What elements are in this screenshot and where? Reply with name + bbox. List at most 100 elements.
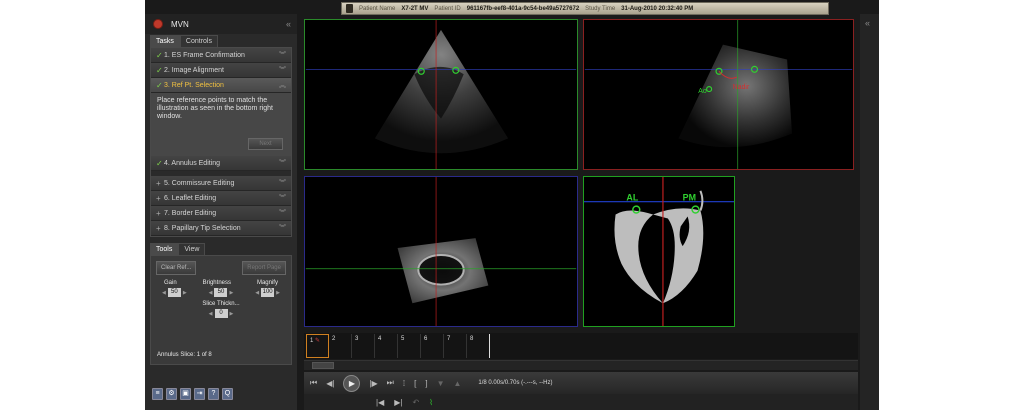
frame-timeline: 1 ✎ 2 3 4 5 6 7 8 bbox=[304, 333, 858, 359]
frame-thumb-8[interactable]: 8 bbox=[467, 334, 490, 358]
ultrasound-view-3[interactable] bbox=[304, 176, 578, 327]
frame-thumb-1[interactable]: 1 ✎ bbox=[306, 334, 329, 358]
task-item-papillary-tip[interactable]: +8. Papillary Tip Selection ︾ bbox=[151, 221, 291, 236]
patient-name-label: Patient Name bbox=[359, 5, 396, 12]
app-title: MVN bbox=[171, 19, 189, 29]
collapse-left-icon[interactable]: « bbox=[286, 19, 291, 29]
timeline-scrollbar[interactable] bbox=[304, 360, 858, 370]
nadir-label: Nadir bbox=[733, 84, 750, 91]
ultrasound-view-2[interactable]: Ao Nadir bbox=[583, 19, 854, 170]
brightness-stepper[interactable]: ◀ 50 ▶ bbox=[209, 288, 233, 297]
task-item-commissure-editing[interactable]: +5. Commissure Editing ︾ bbox=[151, 176, 291, 191]
tab-tasks[interactable]: Tasks bbox=[150, 35, 180, 47]
up-icon[interactable]: ▲ bbox=[454, 379, 462, 388]
check-icon: ✓ bbox=[156, 158, 163, 168]
task-label: 5. Commissure Editing bbox=[164, 179, 235, 187]
check-icon: ✓ bbox=[156, 50, 163, 60]
annulus-slice-status: Annulus Slice: 1 of 8 bbox=[157, 352, 212, 358]
task-label: 3. Ref Pt. Selection bbox=[164, 81, 224, 89]
mvn-application: Patient Name X7-2T MV Patient ID 961167f… bbox=[145, 0, 879, 410]
frame-thumb-4[interactable]: 4 bbox=[375, 334, 398, 358]
task-item-annulus-editing[interactable]: ✓ 4. Annulus Editing ︾ bbox=[151, 156, 291, 171]
frame-thumb-5[interactable]: 5 bbox=[398, 334, 421, 358]
task-item-border-editing[interactable]: +7. Border Editing ︾ bbox=[151, 206, 291, 221]
tab-controls[interactable]: Controls bbox=[179, 35, 218, 47]
save-icon[interactable]: ▣ bbox=[180, 388, 191, 400]
down-icon[interactable]: ▼ bbox=[437, 379, 445, 388]
slice-thickness-stepper[interactable]: ◀ 0 ▶ bbox=[209, 309, 233, 318]
clear-ref-button[interactable]: Clear Ref... bbox=[156, 261, 197, 275]
next-button[interactable]: Next bbox=[248, 138, 283, 150]
task-label: 2. Image Alignment bbox=[164, 66, 224, 74]
task-label: 7. Border Editing bbox=[164, 209, 217, 217]
brightness-label: Brightness bbox=[202, 280, 231, 286]
slice-thickness-value[interactable]: 0 bbox=[214, 309, 228, 318]
chevron-up-icon: ︽ bbox=[279, 82, 286, 89]
gain-stepper[interactable]: ◀ 50 ▶ bbox=[162, 288, 187, 297]
ultrasound-image-3 bbox=[305, 177, 577, 326]
ultrasound-image-1 bbox=[305, 20, 577, 169]
tools-panel: Clear Ref... Report Page Gain Brightness… bbox=[150, 255, 292, 365]
next-frame-icon[interactable]: |▶ bbox=[369, 379, 377, 388]
scroll-thumb[interactable] bbox=[312, 362, 334, 369]
mark-icon[interactable]: ⁞ bbox=[403, 379, 405, 388]
chevron-down-icon: ︾ bbox=[279, 195, 286, 202]
heart-diagram: AL PM bbox=[584, 177, 734, 326]
task-item-ref-pt-selection[interactable]: ✓ 3. Ref Pt. Selection ︽ bbox=[151, 78, 291, 93]
tool-tabs: Tools View bbox=[145, 242, 297, 255]
go-end-icon[interactable]: ▶| bbox=[394, 398, 402, 407]
first-frame-icon[interactable]: ⏮ bbox=[310, 378, 317, 388]
gain-value[interactable]: 50 bbox=[167, 288, 181, 297]
play-button[interactable]: ▶ bbox=[343, 374, 361, 392]
chevron-down-icon: ︾ bbox=[279, 210, 286, 217]
task-list: ✓ 1. ES Frame Confirmation ︾ ✓ 2. Image Ali… bbox=[150, 47, 292, 237]
task-item-image-alignment[interactable]: ✓ 2. Image Alignment ︾ bbox=[151, 63, 291, 78]
collapse-right-icon[interactable]: « bbox=[860, 14, 879, 28]
frame-thumb-2[interactable]: 2 bbox=[329, 334, 352, 358]
ao-label: Ao bbox=[698, 88, 707, 95]
list-icon[interactable]: ≡ bbox=[152, 388, 163, 400]
range-end-icon[interactable]: ] bbox=[425, 379, 427, 388]
secondary-toolbar: |◀ ▶| ↶ ⌇ bbox=[304, 394, 858, 410]
task-label: 4. Annulus Editing bbox=[164, 159, 221, 167]
frame-thumb-6[interactable]: 6 bbox=[421, 334, 444, 358]
go-start-icon[interactable]: |◀ bbox=[376, 398, 384, 407]
plus-icon: + bbox=[156, 193, 161, 203]
task-label: 6. Leaflet Editing bbox=[164, 194, 217, 202]
plus-icon: + bbox=[156, 223, 161, 233]
brightness-value[interactable]: 50 bbox=[214, 288, 228, 297]
left-tabs: Tasks Controls bbox=[145, 34, 297, 47]
right-collapse-bar[interactable]: « bbox=[860, 14, 879, 410]
tab-tools[interactable]: Tools bbox=[150, 243, 179, 255]
qlab-icon[interactable]: Q bbox=[222, 388, 233, 400]
magnify-stepper[interactable]: ◀ 100 ▶ bbox=[255, 288, 280, 297]
report-page-button[interactable]: Report Page bbox=[242, 261, 286, 275]
export-icon[interactable]: ⇥ bbox=[194, 388, 205, 400]
chevron-down-icon: ︾ bbox=[279, 180, 286, 187]
patient-name: X7-2T MV bbox=[401, 5, 429, 12]
playback-toolbar: ⏮ ◀| ▶ |▶ ⏭ ⁞ [ ] ▼ ▲ 1/8 0.00s/0.70s (-… bbox=[304, 372, 858, 394]
settings-icon[interactable]: ⚙ bbox=[166, 388, 177, 400]
plus-icon: + bbox=[156, 208, 161, 218]
chevron-down-icon: ︾ bbox=[279, 225, 286, 232]
magnify-value[interactable]: 100 bbox=[261, 288, 275, 297]
patient-id: 961167fb-eef8-401a-9c54-be49a5727672 bbox=[466, 5, 580, 12]
tab-view[interactable]: View bbox=[178, 243, 206, 255]
magnify-label: Magnify bbox=[256, 280, 278, 286]
task-item-es-frame[interactable]: ✓ 1. ES Frame Confirmation ︾ bbox=[151, 48, 291, 63]
range-start-icon[interactable]: [ bbox=[414, 379, 416, 388]
chevron-down-icon: ︾ bbox=[279, 52, 286, 59]
check-icon: ✓ bbox=[156, 80, 163, 90]
last-frame-icon[interactable]: ⏭ bbox=[387, 378, 394, 388]
frame-thumb-7[interactable]: 7 bbox=[444, 334, 467, 358]
undo-icon[interactable]: ↶ bbox=[412, 398, 419, 407]
help-icon[interactable]: ? bbox=[208, 388, 219, 400]
panel-header: MVN « bbox=[145, 14, 297, 34]
plus-icon: + bbox=[156, 178, 161, 188]
frame-thumb-3[interactable]: 3 bbox=[352, 334, 375, 358]
al-label: AL bbox=[626, 193, 638, 203]
ultrasound-view-1[interactable] bbox=[304, 19, 578, 170]
prev-frame-icon[interactable]: ◀| bbox=[326, 379, 334, 388]
ecg-icon[interactable]: ⌇ bbox=[429, 398, 433, 407]
task-item-leaflet-editing[interactable]: +6. Leaflet Editing ︾ bbox=[151, 191, 291, 206]
